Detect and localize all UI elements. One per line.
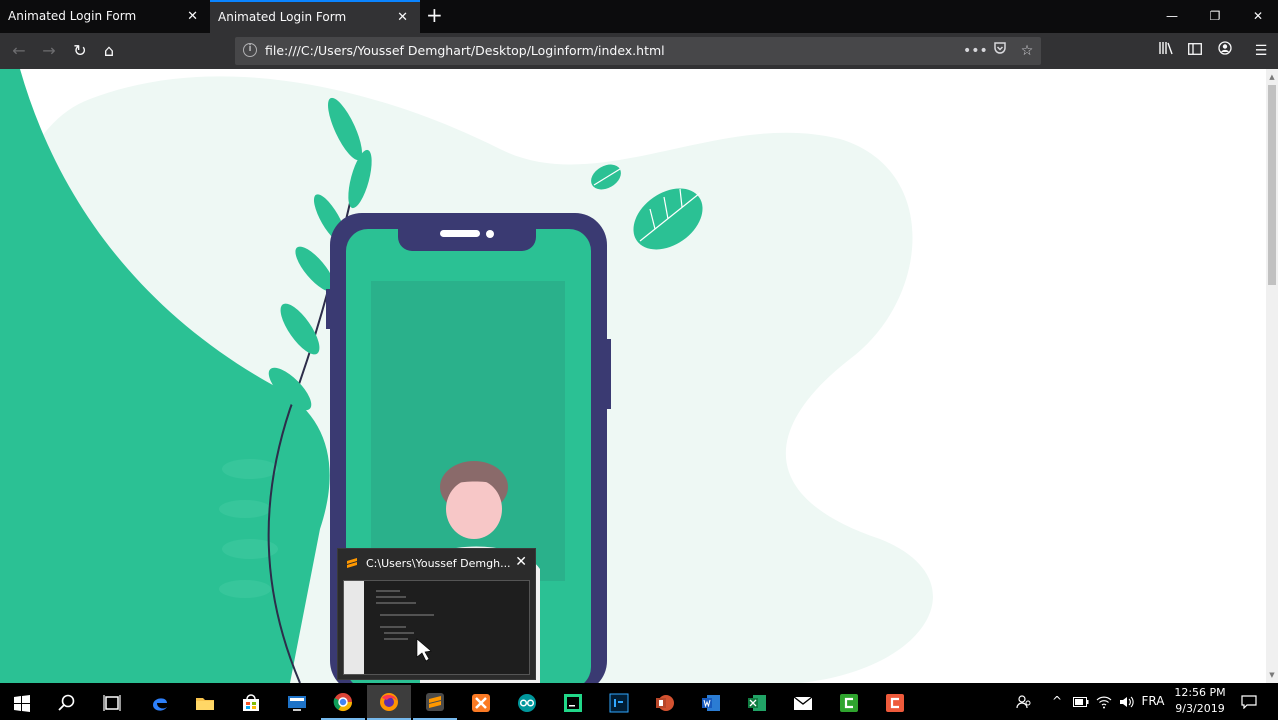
task-view-button[interactable] xyxy=(90,685,134,720)
volume-icon[interactable] xyxy=(1116,683,1138,720)
show-hidden-icons-chevron-icon[interactable]: ^ xyxy=(1046,683,1068,720)
tab-label: Animated Login Form xyxy=(8,9,137,23)
clock-time: 12:56 PM xyxy=(1174,686,1226,699)
wifi-icon[interactable] xyxy=(1093,683,1115,720)
preview-close-icon[interactable]: ✕ xyxy=(515,554,527,570)
photoshop-app[interactable] xyxy=(597,685,641,720)
bookmark-star-icon[interactable]: ☆ xyxy=(1016,39,1038,63)
edge-icon xyxy=(153,697,167,711)
new-tab-button[interactable]: + xyxy=(426,0,443,33)
excel-app[interactable] xyxy=(735,685,779,720)
sublime-text-icon xyxy=(347,558,357,568)
monitor-app-icon xyxy=(288,695,306,711)
excel-icon xyxy=(748,694,766,711)
system-clock[interactable]: 12:56 PM 9/3/2019 xyxy=(1170,685,1230,717)
menu-icon[interactable]: ☰ xyxy=(1249,39,1273,63)
powerpoint-icon xyxy=(656,694,674,711)
tab-animated-login-form-2[interactable]: Animated Login Form ✕ xyxy=(210,0,420,33)
photoshop-icon xyxy=(609,693,629,712)
preview-thumbnail[interactable] xyxy=(343,580,530,675)
scroll-up-arrow-icon[interactable]: ▲ xyxy=(1266,71,1278,83)
firefox-icon xyxy=(380,692,398,711)
monitor-app[interactable] xyxy=(275,685,319,720)
tab-animated-login-form-1[interactable]: Animated Login Form ✕ xyxy=(0,0,210,33)
task-view-icon xyxy=(103,694,121,711)
page-actions-icon[interactable]: ••• xyxy=(963,39,988,63)
camtasia-recorder-app[interactable] xyxy=(873,685,917,720)
windows-taskbar: ^ FRA 12:56 PM 9/3/2019 xyxy=(0,683,1278,720)
sidebar-icon[interactable] xyxy=(1183,39,1207,63)
close-window-button[interactable]: ✕ xyxy=(1238,0,1278,33)
firefox-app[interactable] xyxy=(367,685,411,720)
camtasia-app[interactable] xyxy=(827,685,871,720)
url-bar[interactable]: i file:///C:/Users/Youssef Demghart/Desk… xyxy=(235,37,1041,65)
xampp-icon xyxy=(472,693,490,712)
back-arrow-icon[interactable]: ← xyxy=(7,39,31,63)
sublime-text-icon xyxy=(426,692,444,711)
store-icon xyxy=(243,693,259,711)
file-explorer-icon xyxy=(196,697,214,710)
tab-label: Animated Login Form xyxy=(218,10,347,24)
arduino-icon xyxy=(518,693,536,712)
tab-strip: Animated Login Form ✕ Animated Login For… xyxy=(0,0,1278,33)
clock-date: 9/3/2019 xyxy=(1175,702,1225,715)
file-explorer-app[interactable] xyxy=(183,685,227,720)
input-language-indicator[interactable]: FRA xyxy=(1138,683,1168,720)
pycharm-app[interactable] xyxy=(551,685,595,720)
reload-icon[interactable]: ↻ xyxy=(68,39,92,63)
taskbar-window-preview[interactable]: C:\Users\Youssef Demgh... ✕ xyxy=(337,548,536,680)
close-tab-icon[interactable]: ✕ xyxy=(397,2,408,33)
scroll-down-arrow-icon[interactable]: ▼ xyxy=(1266,669,1278,681)
chrome-app[interactable] xyxy=(321,685,365,720)
edge-app[interactable] xyxy=(138,685,182,720)
info-icon[interactable]: i xyxy=(243,43,257,57)
search-icon xyxy=(58,694,75,711)
camtasia-recorder-icon xyxy=(886,693,904,712)
word-icon xyxy=(702,694,720,711)
people-icon[interactable] xyxy=(1012,683,1036,720)
powerpoint-app[interactable] xyxy=(643,685,687,720)
pocket-icon[interactable] xyxy=(989,39,1011,63)
battery-icon[interactable] xyxy=(1070,683,1092,720)
home-icon[interactable]: ⌂ xyxy=(97,39,121,63)
sublime-text-app[interactable] xyxy=(413,685,457,720)
mail-app[interactable] xyxy=(781,685,825,720)
forward-arrow-icon[interactable]: → xyxy=(37,39,61,63)
scrollbar-thumb[interactable] xyxy=(1268,85,1276,285)
restore-button[interactable]: ❐ xyxy=(1195,0,1235,33)
arduino-app[interactable] xyxy=(505,685,549,720)
action-center-icon[interactable] xyxy=(1237,683,1261,720)
chrome-icon xyxy=(333,692,352,711)
library-icon[interactable] xyxy=(1154,39,1178,63)
start-button[interactable] xyxy=(0,685,44,720)
account-icon[interactable] xyxy=(1213,39,1237,63)
word-app[interactable] xyxy=(689,685,733,720)
url-text[interactable]: file:///C:/Users/Youssef Demghart/Deskto… xyxy=(265,37,665,65)
mail-icon xyxy=(793,695,813,710)
navigation-toolbar: ← → ↻ ⌂ i file:///C:/Users/Youssef Demgh… xyxy=(0,33,1278,69)
login-illustration xyxy=(0,69,933,683)
preview-title: C:\Users\Youssef Demgh... xyxy=(366,557,511,570)
pycharm-icon xyxy=(564,693,582,712)
start-icon xyxy=(14,694,30,712)
page-content xyxy=(0,69,1266,683)
close-tab-icon[interactable]: ✕ xyxy=(187,0,198,33)
vertical-scrollbar[interactable]: ▲ ▼ xyxy=(1266,69,1278,683)
search-button[interactable] xyxy=(45,685,89,720)
xampp-app[interactable] xyxy=(459,685,503,720)
store-app[interactable] xyxy=(229,685,273,720)
minimize-button[interactable]: — xyxy=(1152,0,1192,33)
camtasia-icon xyxy=(840,693,858,712)
